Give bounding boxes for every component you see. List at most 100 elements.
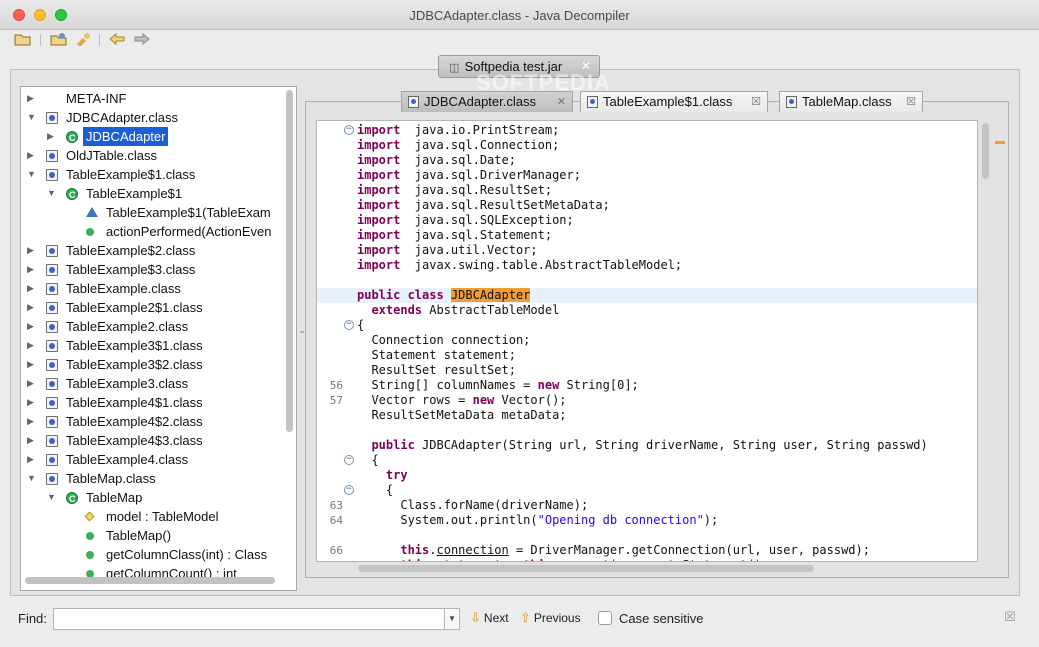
next-button[interactable]: ⇩ Next (470, 610, 509, 626)
file-icon (46, 321, 58, 333)
code-text: import java.sql.ResultSet; (357, 183, 553, 197)
tab-jdbcadapter[interactable]: JDBCAdapter.class ✕ (401, 91, 573, 112)
line-number: 63 (329, 499, 343, 512)
code-line: public class JDBCAdapter (317, 288, 977, 303)
code-text: import java.sql.Statement; (357, 228, 553, 242)
tab-close-icon[interactable]: ✕ (557, 92, 566, 112)
expand-arrow-icon[interactable]: ▶ (27, 374, 37, 393)
open-type-icon[interactable] (50, 32, 68, 48)
class-icon (66, 490, 78, 509)
tree-item-label: TableExample4$2.class (66, 414, 203, 429)
expand-arrow-icon[interactable]: ▶ (27, 393, 37, 412)
find-bar: Find: ▼ ⇩ Next ⇧ Previous Case sensitive ☒ (0, 600, 1039, 638)
tree-item-label: getColumnClass(int) : Class (106, 547, 268, 562)
expand-arrow-icon[interactable]: ▶ (27, 355, 37, 374)
previous-button[interactable]: ⇧ Previous (520, 610, 581, 626)
code-text: { (357, 453, 379, 467)
code-text: extends AbstractTableModel (371, 303, 560, 317)
tab-label: TableExample$1.class (603, 94, 733, 109)
file-icon (46, 378, 58, 390)
line-number: 56 (329, 379, 343, 392)
tab-close-icon[interactable]: ☒ (751, 92, 761, 112)
class-file-icon (786, 96, 797, 108)
expand-arrow-icon[interactable]: ▶ (27, 450, 37, 469)
class-tree[interactable]: ▶ META-INF ▼ JDBCAdapter.class ▶ JDBCAdapter ▶… (20, 86, 297, 591)
back-arrow-icon[interactable] (108, 32, 126, 48)
code-text: { (357, 318, 365, 332)
code-line: public JDBCAdapter(String url, String dr… (317, 438, 977, 453)
code-vertical-scrollbar[interactable] (982, 123, 989, 179)
case-sensitive-checkbox[interactable] (598, 611, 612, 625)
code-line: 64 System.out.println("Opening db connec… (317, 513, 977, 528)
expand-arrow-icon[interactable]: ▶ (47, 127, 57, 146)
tree-item-label: TableMap (86, 490, 143, 505)
file-icon (46, 397, 58, 409)
collapse-arrow-icon[interactable]: ▼ (27, 469, 37, 488)
code-line: import java.sql.DriverManager; (317, 168, 977, 183)
tree-horizontal-scrollbar[interactable] (25, 577, 275, 584)
expand-arrow-icon[interactable]: ▶ (27, 260, 37, 279)
expand-arrow-icon[interactable]: ▶ (27, 89, 37, 108)
tab-tableexample1[interactable]: TableExample$1.class ☒ (580, 91, 768, 112)
line-number: 67 (317, 558, 343, 561)
overview-ruler-marker[interactable] (995, 141, 1005, 144)
collapse-arrow-icon[interactable]: ▼ (27, 165, 37, 184)
code-line: − { (317, 453, 977, 468)
expand-arrow-icon[interactable]: ▶ (27, 146, 37, 165)
code-horizontal-scrollbar[interactable] (358, 565, 814, 572)
up-arrow-icon: ⇧ (520, 610, 531, 625)
close-find-icon[interactable]: ☒ (1004, 609, 1016, 625)
class-icon (66, 186, 78, 205)
code-text: Class.forName(driverName); (357, 498, 589, 512)
fold-toggle-icon[interactable]: − (344, 485, 354, 495)
tree-item-label: TableExample.class (66, 281, 181, 296)
find-history-dropdown[interactable]: ▼ (444, 608, 460, 630)
title-bar: JDBCAdapter.class - Java Decompiler (0, 0, 1039, 30)
down-arrow-icon: ⇩ (470, 610, 481, 625)
code-text: Statement statement; (357, 348, 516, 362)
expand-arrow-icon[interactable]: ▶ (27, 412, 37, 431)
fold-toggle-icon[interactable]: − (344, 320, 354, 330)
open-file-icon[interactable] (14, 32, 32, 48)
code-line: import java.sql.ResultSet; (317, 183, 977, 198)
forward-arrow-icon[interactable] (133, 32, 151, 48)
method-icon (86, 532, 94, 540)
method-icon (86, 551, 94, 559)
tree-item-label: model : TableModel (106, 509, 219, 524)
toolbar (0, 30, 1039, 50)
tree-item-label: TableExample$2.class (66, 243, 196, 258)
code-line: − import java.io.PrintStream; (317, 123, 977, 138)
search-icon[interactable] (74, 32, 92, 48)
expand-arrow-icon[interactable]: ▶ (27, 336, 37, 355)
fold-toggle-icon[interactable]: − (344, 455, 354, 465)
expand-arrow-icon[interactable]: ▶ (27, 431, 37, 450)
source-code-view[interactable]: − import java.io.PrintStream; import java.… (316, 120, 978, 562)
case-sensitive-label: Case sensitive (619, 611, 704, 626)
tree-item-label: TableExample4.class (66, 452, 189, 467)
code-line: import java.sql.ResultSetMetaData; (317, 198, 977, 213)
tab-tablemap[interactable]: TableMap.class ☒ (779, 91, 923, 112)
code-line: ResultSet resultSet; (317, 363, 977, 378)
collapse-arrow-icon[interactable]: ▼ (47, 488, 57, 507)
file-icon (46, 150, 58, 162)
tree-item-label: TableExample4$1.class (66, 395, 203, 410)
code-line: 66 this.connection = DriverManager.getCo… (317, 543, 977, 558)
code-text: ResultSet resultSet; (357, 363, 516, 377)
tree-item-label: TableMap() (106, 528, 172, 543)
tab-close-icon[interactable]: ☒ (906, 92, 916, 112)
code-line: ResultSetMetaData metaData; (317, 408, 977, 423)
find-input[interactable] (53, 608, 445, 630)
code-line: import java.sql.SQLException; (317, 213, 977, 228)
collapse-arrow-icon[interactable]: ▼ (27, 108, 37, 127)
expand-arrow-icon[interactable]: ▶ (27, 279, 37, 298)
expand-arrow-icon[interactable]: ▶ (27, 241, 37, 260)
fold-toggle-icon[interactable]: − (344, 125, 354, 135)
expand-arrow-icon[interactable]: ▶ (27, 298, 37, 317)
code-text: import java.sql.ResultSetMetaData; (357, 198, 610, 212)
tree-vertical-scrollbar[interactable] (286, 90, 293, 432)
code-text: ResultSetMetaData metaData; (357, 408, 567, 422)
expand-arrow-icon[interactable]: ▶ (27, 317, 37, 336)
collapse-arrow-icon[interactable]: ▼ (47, 184, 57, 203)
